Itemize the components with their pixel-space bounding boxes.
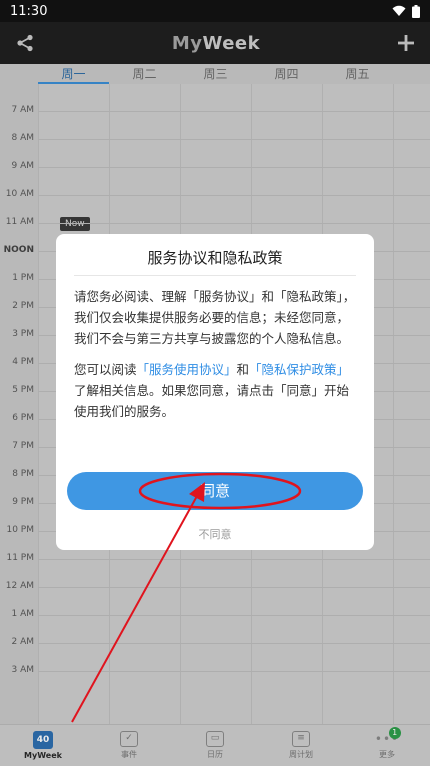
terms-of-service-link[interactable]: 「服务使用协议」 (137, 362, 237, 377)
privacy-dialog: 服务协议和隐私政策 请您务必阅读、理解「服务协议」和「隐私政策」，我们仅会收集提… (56, 234, 374, 550)
dialog-title: 服务协议和隐私政策 (74, 234, 356, 276)
agree-button[interactable]: 同意 (67, 472, 363, 510)
wifi-icon (392, 5, 406, 16)
app-title-my: My (171, 32, 203, 54)
status-time: 11:30 (10, 3, 48, 19)
disagree-link[interactable]: 不同意 (56, 526, 374, 542)
dialog-paragraph-2: 您可以阅读「服务使用协议」和「隐私保护政策」了解相关信息。如果您同意，请点击「同… (74, 359, 356, 422)
battery-icon (412, 4, 420, 18)
para2-prefix: 您可以阅读 (74, 362, 137, 377)
app-title-week: Week (202, 32, 261, 54)
dialog-paragraph-1: 请您务必阅读、理解「服务协议」和「隐私政策」，我们仅会收集提供服务必要的信息；未… (74, 289, 356, 346)
para2-suffix: 了解相关信息。如果您同意，请点击「同意」开始使用我们的服务。 (74, 383, 350, 419)
para2-and: 和 (236, 362, 250, 377)
status-bar: 11:30 (0, 0, 430, 22)
privacy-policy-link[interactable]: 「隐私保护政策」 (249, 362, 349, 377)
app-title: MyWeek (172, 33, 260, 54)
add-icon[interactable] (397, 35, 414, 51)
dialog-body: 请您务必阅读、理解「服务协议」和「隐私政策」，我们仅会收集提供服务必要的信息；未… (74, 286, 356, 422)
status-icons (392, 4, 420, 18)
app-bar: MyWeek (0, 22, 430, 64)
share-icon[interactable] (16, 34, 34, 52)
